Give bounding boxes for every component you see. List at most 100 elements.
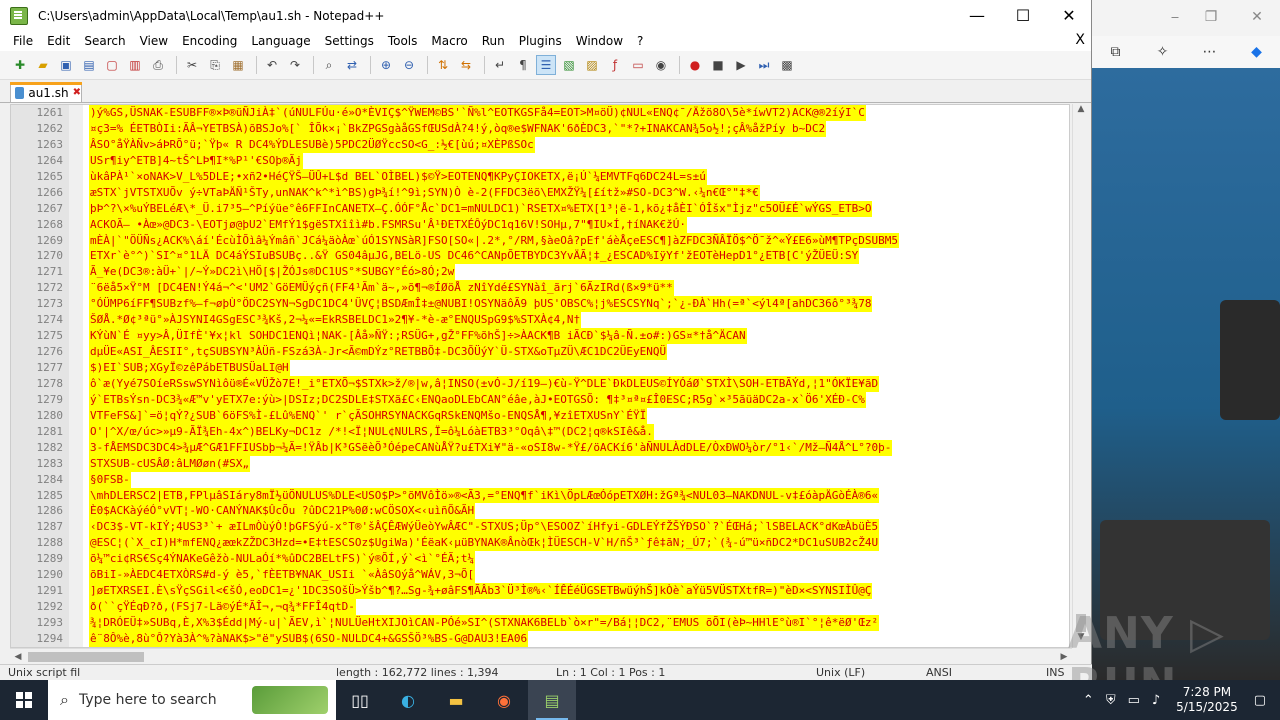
close-button[interactable]: ✕ [1046, 0, 1092, 31]
vertical-scrollbar[interactable]: ▲ ▼ [1072, 104, 1089, 648]
doc-map-icon[interactable]: ▨ [582, 55, 602, 75]
copilot-icon[interactable]: ◆ [1246, 41, 1268, 63]
cut-icon[interactable]: ✂ [182, 55, 202, 75]
editor-line[interactable]: 1285 \mhDLERSC2|ETB,FPlµâSIáry8mÏ½üÖNULUS… [11, 487, 1069, 504]
editor-line[interactable]: 1273 °ÓÜMP6íFF¶SUBzf%—f¬øþÙ°ÖDC2SYN¬SgDC1… [11, 296, 1069, 313]
save-all-icon[interactable]: ▤ [79, 55, 99, 75]
network-icon[interactable]: ▭ [1128, 693, 1140, 708]
tab-au1-sh[interactable]: au1.sh ✖ [10, 82, 82, 102]
editor-line[interactable]: 1272 ¨6ëå5×Ÿ°M [DC4EN!Ý4á¬^<'UM2`GöEMÜýçñ… [11, 280, 1069, 297]
browser-minimize-button[interactable]: ⎯ [1160, 6, 1190, 28]
sync-vertical-icon[interactable]: ⇅ [433, 55, 453, 75]
menu-macro[interactable]: Macro [424, 34, 474, 48]
editor-line[interactable]: 1281 O'|^X/œ/úc>»µ9-ÃÏ¾Eh-4x^)BELKy¬DC1z … [11, 423, 1069, 440]
menu-search[interactable]: Search [77, 34, 132, 48]
editor-line[interactable]: 1280 VTFeFS&]`=ö¦qÝ?¿SUB`6öFS%Ì-£Lû%ENQ`'… [11, 407, 1069, 424]
editor-line[interactable]: 1288 @ESC¦(`X_cI)H*mfENQ¿æœkZŽDC3Hzd=•E‡t… [11, 535, 1069, 552]
monitoring-icon[interactable]: ◉ [651, 55, 671, 75]
editor-line[interactable]: 1290 õBiI-»ÀEDC4ETXÒRS#d-ý è5,`fÈETB¥NAK_… [11, 567, 1069, 584]
menu-language[interactable]: Language [244, 34, 317, 48]
close-file-icon[interactable]: ▢ [102, 55, 122, 75]
new-file-icon[interactable]: ✚ [10, 55, 30, 75]
menu-tools[interactable]: Tools [381, 34, 425, 48]
tab-close-icon[interactable]: ✖ [73, 87, 81, 98]
close-document-button[interactable]: X [1075, 32, 1085, 48]
editor-line[interactable]: 1270 ETXr`è°^)`SI^¤°1LÄ DC4áÝSIuBSUBç..&Ÿ… [11, 248, 1069, 265]
folder-workspace-icon[interactable]: ▭ [628, 55, 648, 75]
horizontal-scrollbar[interactable]: ◀ ▶ [10, 648, 1072, 665]
browser-close-button[interactable]: ✕ [1242, 6, 1272, 28]
paste-icon[interactable]: ▦ [228, 55, 248, 75]
editor-line[interactable]: 1293 ¾¦DRÓEÜ‡»SUBq,È,X%3$Édd|Mý-u|`ÃEV,ì`… [11, 615, 1069, 631]
menu-run[interactable]: Run [475, 34, 512, 48]
editor-line[interactable]: 1292 ð(``çŸÉqÐ?ð,(FSj7-Lä©ýÉ*ÃÎ¬,¬q¾*FFÎ4… [11, 599, 1069, 615]
security-icon[interactable]: ⛨ [1106, 693, 1116, 708]
editor-line[interactable]: 1279 ý`ETBsÝsn-DC3¾«Æ™v'yETX7e:ýù>|DSIz;D… [11, 391, 1069, 408]
sync-horizontal-icon[interactable]: ⇆ [456, 55, 476, 75]
open-file-icon[interactable]: ▰ [33, 55, 53, 75]
replace-icon[interactable]: ⇄ [342, 55, 362, 75]
stop-record-icon[interactable]: ■ [708, 55, 728, 75]
menu-encoding[interactable]: Encoding [175, 34, 244, 48]
function-list-icon[interactable]: ƒ [605, 55, 625, 75]
editor-line[interactable]: 1267 þÞ^?\×%uÝBELéÆ\*_Ü.i7³5–^Píýüe°ê6FFI… [11, 200, 1069, 217]
editor-line[interactable]: 1278 ô`æ(Yyé7SOíeRSswSYNìôü®É«VÜŽò7E!_i°E… [11, 375, 1069, 392]
playback-macro-icon[interactable]: ▶ [731, 55, 751, 75]
extensions-icon[interactable]: ✧ [1152, 41, 1174, 63]
notifications-icon[interactable]: ▢ [1254, 693, 1266, 708]
print-icon[interactable]: ⎙ [148, 55, 168, 75]
editor-line[interactable]: 1266 æSTX`jVTSTXUÕv ý÷VTaÞÄÑ¹ŠTy,unNAK^k^… [11, 184, 1069, 201]
zoom-in-icon[interactable]: ⊕ [376, 55, 396, 75]
maximize-button[interactable]: ☐ [1000, 0, 1046, 31]
save-macro-icon[interactable]: ▩ [777, 55, 797, 75]
firefox-icon[interactable]: ◉ [480, 680, 528, 720]
editor-line[interactable]: 1274 ŠØÅ.*Ø¢³ªü°»ÀJSYNI4GSgESC³¾Kš,2¬¼«=E… [11, 312, 1069, 329]
text-editor[interactable]: 1261)ý%GS‚ÜSNAK-ESUBFF®×Þ®üÑJiÀ‡`(úNULFÚ… [10, 104, 1070, 648]
minimize-button[interactable]: — [954, 0, 1000, 31]
edge-icon[interactable]: ◐ [384, 680, 432, 720]
editor-line[interactable]: 1277 $)EI`SUB;XGyÏ©zêPábETBUSÜaLI@H [11, 360, 1069, 376]
editor-line[interactable]: 1275 KÝùN`É ¤yy>Â,ÜIfÈ'¥x¦kl SOHDC1ENQì¦N… [11, 328, 1069, 345]
menu-view[interactable]: View [133, 34, 175, 48]
editor-line[interactable]: 1261)ý%GS‚ÜSNAK-ESUBFF®×Þ®üÑJiÀ‡`(úNULFÚ… [11, 105, 1069, 121]
horizontal-scroll-thumb[interactable] [28, 652, 144, 662]
volume-icon[interactable]: ♪ [1152, 693, 1160, 708]
zoom-out-icon[interactable]: ⊖ [399, 55, 419, 75]
menu-settings[interactable]: Settings [318, 34, 381, 48]
tab-actions-icon[interactable]: ⧉ [1105, 41, 1127, 63]
run-macro-multiple-icon[interactable]: ⏭ [754, 55, 774, 75]
copy-icon[interactable]: ⎘ [205, 55, 225, 75]
editor-line[interactable]: 1286 È0$ACKàýéÓ°vVT¦-WO·CANÝNAK$ÛcÕu ?ûDC… [11, 503, 1069, 520]
browser-restore-button[interactable]: ❐ [1196, 6, 1226, 28]
user-language-icon[interactable]: ▧ [559, 55, 579, 75]
editor-line[interactable]: 1265 ùkâPÀ¹`×oNAK>V_L%5DLE;•xñ2•HéÇŸŠ–ÜÛ+… [11, 168, 1069, 185]
clock[interactable]: 7:28 PM 5/15/2025 [1176, 685, 1238, 715]
editor-line[interactable]: 1289 õ¼™ci¢RS€Sç4ÝNAKeGêžò-NULaÓí*%ûDC2BE… [11, 551, 1069, 568]
editor-line[interactable]: 1262 ¤ç3=% ÉETBÒIi:ÃÂ¬YETBSÀ)õBSJo%[` ÎÕk… [11, 120, 1069, 137]
editor-line[interactable]: 1263 ÂSO°åŸÀÑv>áÞRÕ°ü;`Ÿþ« R DC4%ÝDLESUBè… [11, 136, 1069, 153]
editor-line[interactable]: 1287 ‹DC3$-VT-kIÝ;4US3³`+ æILmÒùýÒ!þGFSýú… [11, 519, 1069, 536]
indent-guide-icon[interactable]: ☰ [536, 55, 556, 75]
close-all-icon[interactable]: ▥ [125, 55, 145, 75]
record-macro-icon[interactable]: ● [685, 55, 705, 75]
find-icon[interactable]: ⌕ [319, 55, 339, 75]
task-view-icon[interactable]: ▯▯ [336, 680, 384, 720]
show-all-chars-icon[interactable]: ¶ [513, 55, 533, 75]
scroll-up-icon[interactable]: ▲ [1073, 104, 1089, 120]
start-button[interactable] [0, 680, 48, 720]
chevron-up-icon[interactable]: ⌃ [1083, 693, 1094, 708]
editor-line[interactable]: 1283 STXSUB-cUSÂØ:âLMØøn(#SX„ [11, 455, 1069, 472]
menu-file[interactable]: File [6, 34, 40, 48]
taskbar-search-box[interactable]: ⌕ Type here to search [48, 680, 336, 720]
redo-icon[interactable]: ↷ [285, 55, 305, 75]
scroll-left-icon[interactable]: ◀ [10, 649, 26, 665]
undo-icon[interactable]: ↶ [262, 55, 282, 75]
word-wrap-icon[interactable]: ↵ [490, 55, 510, 75]
editor-line[interactable]: 1282 3-fÅEMSDC3DC4>¾µÆ^GÆ1FFIUSbþ¬¼Ã=!ŸÂb… [11, 439, 1069, 456]
editor-line[interactable]: 1264 USr¶iy^ETB]4~tŠ^LÞ¶I*%P¹'€SOþ®Ãj [11, 152, 1069, 169]
menu-window[interactable]: Window [569, 34, 630, 48]
more-options-icon[interactable]: ⋯ [1199, 41, 1221, 63]
save-icon[interactable]: ▣ [56, 55, 76, 75]
notepadpp-icon[interactable]: ▤ [528, 680, 576, 720]
editor-line[interactable]: 1269 mÈÀ|`"ÖÜÑs¿ACK%\áí'ÉcùÌÕìâ¼Ýmâñ`JCá¼… [11, 232, 1069, 249]
